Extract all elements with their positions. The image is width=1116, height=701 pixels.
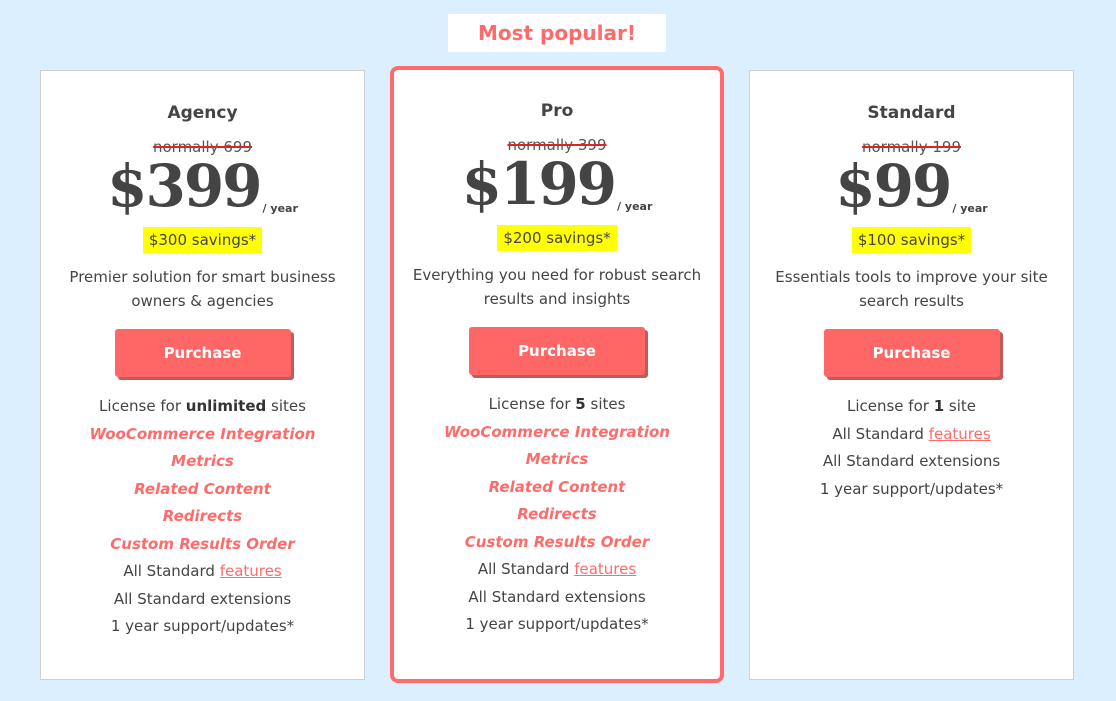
features-link[interactable]: features [220, 562, 282, 580]
purchase-button[interactable]: Purchase [469, 327, 645, 375]
premium-feature: Related Content [488, 477, 626, 496]
extensions-item: All Standard extensions [468, 587, 646, 606]
billing-period: / year [617, 200, 653, 213]
support-item: 1 year support/updates* [465, 615, 649, 633]
premium-feature: Custom Results Order [110, 534, 295, 553]
plan-card-pro: Pro normally 399 $199 / year $200 saving… [390, 66, 724, 683]
purchase-button[interactable]: Purchase [114, 329, 291, 377]
price-row: $99 / year [750, 155, 1073, 217]
plan-name: Pro [540, 101, 574, 121]
purchase-button[interactable]: Purchase [823, 329, 1000, 377]
price: $399 [107, 152, 262, 220]
extensions-item: All Standard extensions [822, 452, 1001, 470]
plan-description: Premier solution for smart business owne… [69, 268, 336, 310]
savings-badge: $100 savings* [851, 227, 972, 253]
feature-list: License for 5 sites WooCommerce Integrat… [394, 391, 720, 639]
price-row: $399 / year [41, 155, 364, 217]
premium-feature: Redirects [517, 505, 597, 523]
license-feature: License for 1 site [846, 397, 977, 415]
premium-feature: Redirects [162, 507, 243, 525]
standard-features-item: All Standard features [832, 424, 991, 443]
billing-period: / year [262, 202, 298, 215]
billing-period: / year [952, 202, 988, 215]
price: $199 [461, 150, 617, 218]
plan-card-standard: Standard normally 199 $99 / year $100 sa… [749, 70, 1074, 680]
standard-features-item: All Standard features [123, 562, 282, 580]
most-popular-label: Most popular! [477, 21, 637, 45]
premium-feature: Metrics [525, 450, 589, 468]
support-item: 1 year support/updates* [819, 479, 1004, 498]
plan-description: Essentials tools to improve your site se… [775, 268, 1048, 310]
standard-features-item: All Standard features [477, 560, 637, 578]
plan-description: Everything you need for robust search re… [412, 266, 702, 308]
feature-list: License for 1 site All Standard features… [750, 393, 1073, 503]
plan-name: Standard [867, 103, 956, 123]
features-link[interactable]: features [929, 425, 991, 443]
most-popular-badge: Most popular! [448, 14, 666, 52]
premium-feature: Custom Results Order [464, 532, 650, 551]
feature-list: License for unlimited sites WooCommerce … [41, 393, 364, 641]
premium-feature: WooCommerce Integration [89, 424, 316, 443]
plan-name: Agency [167, 103, 238, 123]
plan-card-agency: Agency normally 699 $399 / year $300 sav… [40, 70, 365, 680]
price: $99 [835, 152, 952, 220]
premium-feature: WooCommerce Integration [444, 422, 670, 441]
support-item: 1 year support/updates* [110, 617, 295, 635]
extensions-item: All Standard extensions [113, 589, 292, 608]
price-row: $199 / year [394, 153, 720, 215]
savings-badge: $300 savings* [142, 227, 263, 253]
premium-feature: Related Content [134, 479, 271, 498]
savings-badge: $200 savings* [497, 225, 617, 251]
license-feature: License for 5 sites [488, 395, 626, 413]
license-feature: License for unlimited sites [99, 397, 306, 415]
premium-feature: Metrics [171, 452, 234, 470]
features-link[interactable]: features [574, 560, 636, 578]
